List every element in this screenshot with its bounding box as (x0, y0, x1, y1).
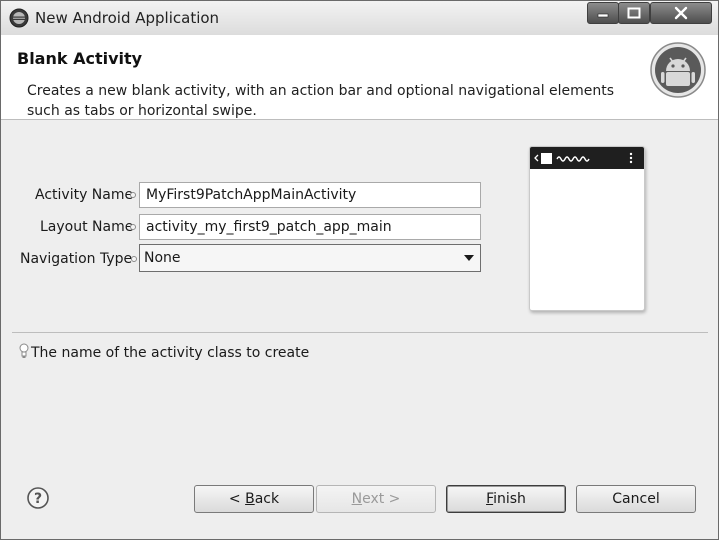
app-square-icon (541, 153, 552, 164)
activity-name-label: Activity Name (35, 187, 134, 203)
overflow-menu-icon (629, 152, 633, 156)
back-button[interactable]: < Back (194, 485, 314, 513)
back-chevron-icon (534, 154, 539, 162)
info-icon (131, 256, 137, 262)
title-bar: New Android Application (1, 1, 718, 35)
wizard-header: Blank Activity Creates a new blank activ… (1, 35, 718, 120)
activity-preview (529, 146, 645, 311)
window-title: New Android Application (35, 9, 220, 27)
back-rest: ack (254, 491, 280, 507)
minimize-icon (597, 13, 609, 18)
next-button[interactable]: Next > (316, 485, 436, 513)
cancel-button[interactable]: Cancel (576, 485, 696, 513)
finish-button[interactable]: Finish (446, 485, 566, 513)
android-logo-icon (650, 42, 706, 98)
page-description: Creates a new blank activity, with an ac… (27, 83, 615, 119)
divider (12, 332, 708, 333)
hint-text: The name of the activity class to create (31, 345, 310, 361)
layout-name-input[interactable]: activity_my_first9_patch_app_main (139, 214, 481, 240)
close-button[interactable] (650, 2, 712, 24)
activity-name-input[interactable]: MyFirst9PatchAppMainActivity (139, 182, 481, 208)
navigation-type-value: None (144, 250, 181, 266)
lightbulb-icon (19, 343, 29, 358)
back-mnemonic: B (245, 491, 255, 507)
layout-name-label: Layout Name (40, 219, 134, 235)
navigation-type-label: Navigation Type (20, 251, 133, 267)
close-icon (674, 6, 688, 20)
page-title: Blank Activity (17, 49, 143, 68)
eclipse-icon (9, 8, 29, 28)
finish-rest: inish (493, 491, 526, 507)
info-icon (130, 224, 136, 230)
next-mnemonic: N (351, 491, 363, 507)
info-icon (130, 192, 136, 198)
maximize-button[interactable] (618, 2, 650, 24)
preview-action-bar (530, 147, 644, 169)
maximize-icon (627, 7, 641, 19)
action-bar-icons (534, 152, 633, 164)
chevron-down-icon (464, 255, 474, 261)
title-squiggle-icon (556, 156, 590, 162)
help-icon[interactable]: ? (27, 487, 49, 509)
next-rest: ext > (362, 491, 401, 507)
navigation-type-select[interactable]: None (139, 244, 481, 272)
back-prefix: < (228, 491, 246, 507)
svg-text:?: ? (34, 491, 42, 507)
cancel-label: Cancel (612, 491, 660, 507)
minimize-button[interactable] (587, 2, 619, 24)
wizard-window: New Android Application Blank Activity C… (0, 0, 719, 540)
